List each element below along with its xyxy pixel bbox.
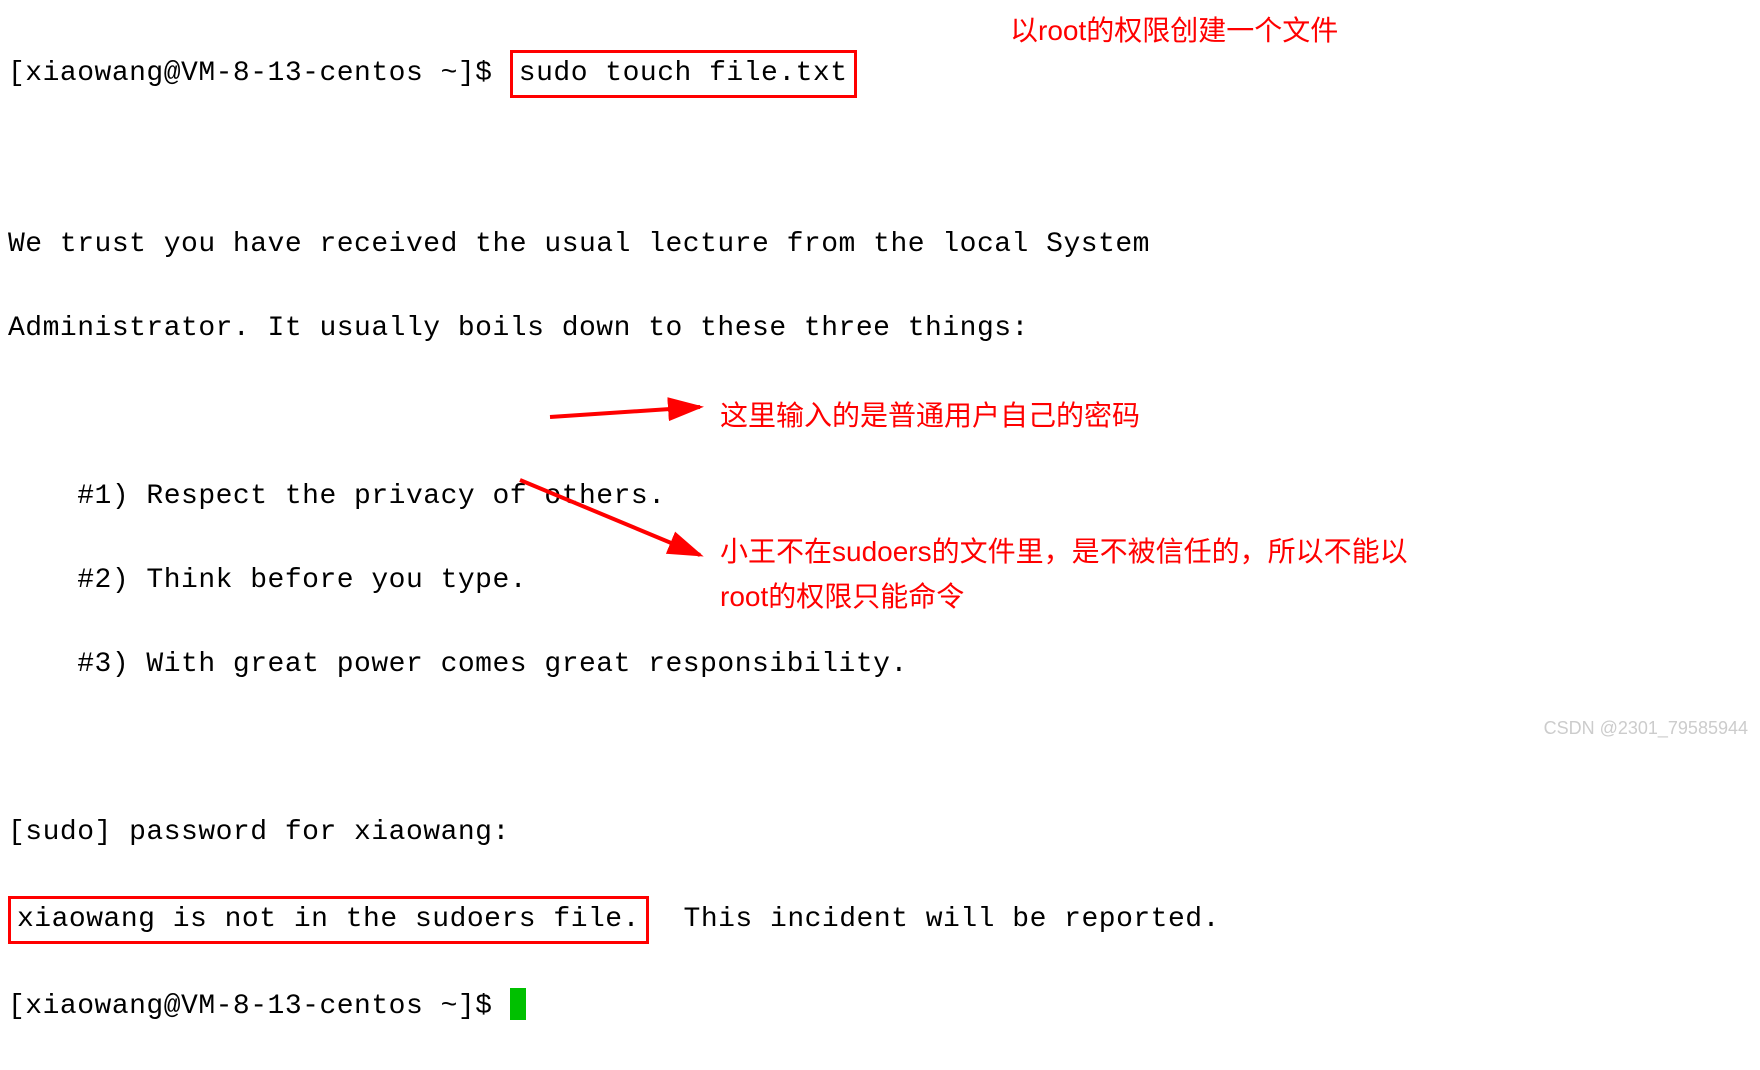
lecture-line-2: Administrator. It usually boils down to … xyxy=(8,308,1752,350)
prompt-text: [xiaowang@VM-8-13-centos ~]$ xyxy=(8,58,510,89)
password-prompt: [sudo] password for xiaowang: xyxy=(8,812,1752,854)
cursor xyxy=(510,988,526,1020)
annotation-3: 小王不在sudoers的文件里，是不被信任的，所以不能以root的权限只能命令 xyxy=(720,530,1440,620)
rule-1: #1) Respect the privacy of others. xyxy=(8,476,1752,518)
watermark: CSDN @2301_79585944 xyxy=(1544,715,1748,742)
prompt-text-2: [xiaowang@VM-8-13-centos ~]$ xyxy=(8,991,510,1022)
error-rest: This incident will be reported. xyxy=(649,904,1220,935)
lecture-line-1: We trust you have received the usual lec… xyxy=(8,224,1752,266)
annotation-1: 以root的权限创建一个文件 xyxy=(1010,10,1338,52)
highlighted-command: sudo touch file.txt xyxy=(510,50,857,98)
highlighted-error: xiaowang is not in the sudoers file. xyxy=(8,896,649,944)
annotation-2: 这里输入的是普通用户自己的密码 xyxy=(720,395,1140,437)
rule-3: #3) With great power comes great respons… xyxy=(8,644,1752,686)
